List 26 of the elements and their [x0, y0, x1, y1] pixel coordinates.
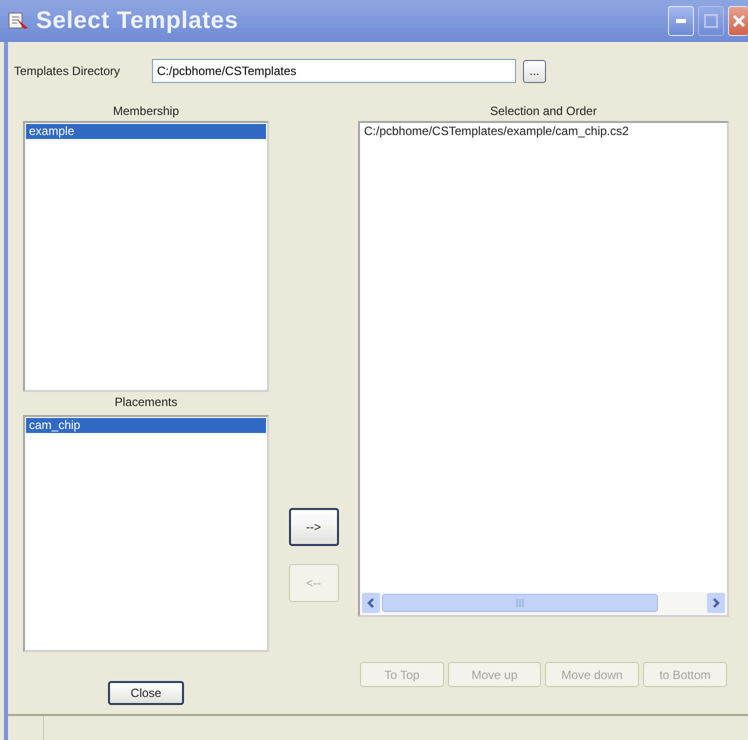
maximize-button[interactable]: [698, 6, 724, 36]
directory-label: Templates Directory: [14, 63, 122, 80]
selection-label: Selection and Order: [490, 104, 597, 118]
app-icon: [8, 11, 30, 31]
close-icon: [732, 14, 746, 28]
horizontal-scrollbar[interactable]: [361, 592, 726, 614]
minimize-icon: [676, 19, 686, 23]
window-title: Select Templates: [36, 6, 238, 36]
scroll-right-icon[interactable]: [712, 598, 720, 608]
list-item[interactable]: cam_chip: [26, 418, 266, 433]
list-item[interactable]: C:/pcbhome/CSTemplates/example/cam_chip.cs2: [361, 124, 726, 139]
selection-list[interactable]: C:/pcbhome/CSTemplates/example/cam_chip.cs2: [358, 121, 729, 617]
placements-label: Placements: [114, 395, 178, 409]
membership-list[interactable]: example: [23, 121, 269, 392]
browse-button[interactable]: ...: [523, 60, 546, 82]
scroll-left-icon[interactable]: [367, 598, 375, 608]
close-window-button[interactable]: [728, 6, 748, 36]
close-button[interactable]: Close: [108, 681, 184, 705]
placements-list[interactable]: cam_chip: [23, 415, 269, 652]
directory-field[interactable]: C:/pcbhome/CSTemplates: [152, 59, 516, 83]
maximize-icon: [704, 14, 718, 28]
minimize-button[interactable]: [668, 6, 694, 36]
membership-label: Membership: [112, 104, 180, 118]
list-item[interactable]: example: [26, 124, 266, 139]
grip-icon: [516, 599, 524, 607]
add-button[interactable]: -->: [288, 508, 338, 546]
